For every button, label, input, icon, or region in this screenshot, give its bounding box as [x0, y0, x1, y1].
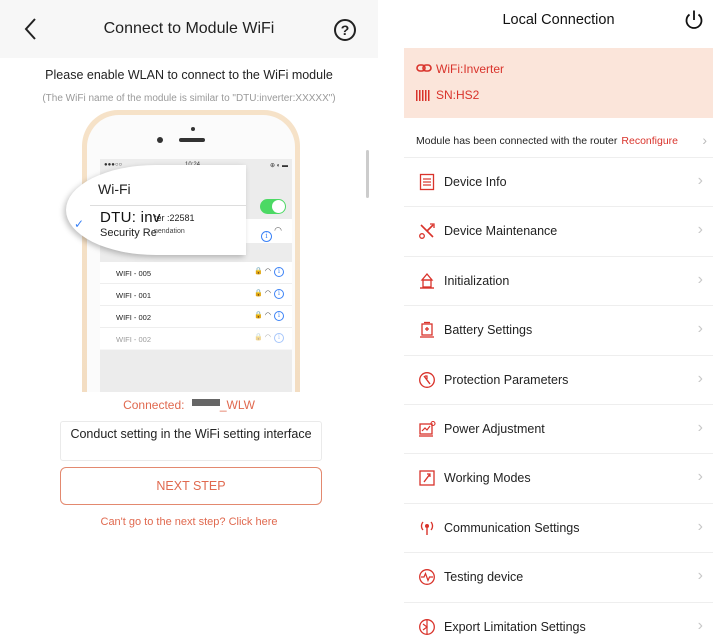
dtu-network-suffix: ter :22581 [154, 213, 195, 223]
list-item: WIFI - 002 🔒 ◠ i [100, 306, 292, 328]
export-limitation-icon [418, 618, 436, 636]
help-link[interactable]: Can't go to the next step? Click here [0, 516, 378, 528]
testing-icon [418, 568, 436, 586]
chevron-right-icon: › [702, 132, 707, 148]
page-title: Local Connection [502, 12, 615, 28]
list-item: WIFI - 002 🔒 ◠ i [100, 328, 292, 350]
security-suffix: nendation [154, 228, 185, 235]
local-connection-screen: Local Connection WiFi:Inverter SN:HS2 Mo… [404, 0, 713, 644]
setting-hint-box: Conduct setting in the WiFi setting inte… [60, 421, 322, 461]
communication-icon [418, 519, 436, 537]
tools-icon [418, 222, 436, 240]
menu-item-power-adjustment[interactable]: Power Adjustment › [404, 405, 713, 455]
connect-wifi-screen: Connect to Module WiFi ? Please enable W… [0, 0, 378, 644]
page-title: Connect to Module WiFi [103, 20, 275, 37]
network-list: WIFI - 005 🔒 ◠ i WIFI - 001 🔒 ◠ i WIFI - 0… [100, 262, 292, 350]
divider [90, 205, 246, 206]
lock-wifi-icon: 🔒 ◠ i [254, 267, 284, 277]
connected-status: Connected: _WLW [123, 398, 255, 412]
redacted-block [191, 399, 220, 407]
menu-item-working-modes[interactable]: Working Modes › [404, 454, 713, 504]
info-icon: i [261, 225, 272, 243]
next-step-button[interactable]: NEXT STEP [60, 467, 322, 505]
magnifier-callout: Wi-Fi ✓ DTU: inv ter :22581 Security Re … [66, 165, 246, 255]
power-icon[interactable] [684, 9, 704, 31]
document-list-icon [418, 173, 436, 191]
lock-wifi-icon: 🔒 ◠ i [254, 311, 284, 321]
help-icon[interactable]: ? [334, 19, 356, 41]
chevron-right-icon: › [697, 320, 703, 338]
chevron-right-icon: › [697, 221, 703, 239]
chevron-right-icon: › [697, 369, 703, 387]
checkmark-icon: ✓ [74, 217, 85, 231]
menu-item-device-info[interactable]: Device Info › [404, 158, 713, 208]
menu-item-protection-parameters[interactable]: Protection Parameters › [404, 356, 713, 405]
wifi-toggle [260, 199, 286, 214]
wifi-info: WiFi:Inverter [416, 62, 504, 76]
wifi-signal-icon: ◠ [274, 225, 282, 235]
router-status-row[interactable]: Module has been connected with the route… [404, 124, 713, 158]
link-icon [416, 63, 436, 76]
menu-item-testing-device[interactable]: Testing device › [404, 553, 713, 603]
wifi-name-hint: (The WiFi name of the module is similar … [42, 93, 336, 104]
speaker-grille [179, 138, 205, 142]
menu-item-device-maintenance[interactable]: Device Maintenance › [404, 207, 713, 257]
camera-dot [191, 127, 195, 131]
serial-number: SN:HS2 [416, 88, 479, 102]
battery-settings-icon [418, 321, 436, 339]
chevron-right-icon: › [697, 172, 703, 189]
menu-item-communication-settings[interactable]: Communication Settings › [404, 504, 713, 554]
camera-icon [157, 137, 163, 143]
connection-banner: WiFi:Inverter SN:HS2 [404, 48, 713, 118]
initialization-icon [418, 272, 436, 290]
lock-wifi-icon: 🔒 ◠ i [254, 333, 284, 343]
menu-item-initialization[interactable]: Initialization › [404, 257, 713, 307]
barcode-icon [416, 90, 430, 102]
magnifier-title: Wi-Fi [98, 181, 131, 197]
working-modes-icon [418, 469, 436, 487]
chevron-right-icon: › [697, 517, 703, 535]
top-bar: Connect to Module WiFi ? [0, 0, 378, 58]
scrollbar[interactable] [366, 150, 369, 198]
reconfigure-link[interactable]: Reconfigure [621, 135, 678, 147]
dtu-network-name: DTU: inv [100, 209, 161, 226]
security-label: Security Re [100, 227, 157, 239]
settings-menu: Device Info › Device Maintenance › Initi… [404, 158, 713, 644]
power-adjustment-icon [418, 420, 436, 438]
chevron-right-icon: › [697, 418, 703, 436]
chevron-right-icon: › [697, 616, 703, 634]
list-item: WIFI - 005 🔒 ◠ i [100, 262, 292, 284]
instruction-text: Please enable WLAN to connect to the WiF… [45, 68, 333, 82]
signal-dots: ●●●○○ [104, 162, 123, 168]
chevron-right-icon: › [697, 567, 703, 585]
chevron-right-icon: › [697, 468, 703, 486]
chevron-right-icon: › [697, 270, 703, 288]
list-item: WIFI - 001 🔒 ◠ i [100, 284, 292, 306]
menu-item-battery-settings[interactable]: Battery Settings › [404, 306, 713, 356]
protection-icon [418, 371, 436, 389]
menu-item-export-limitation-settings[interactable]: Export Limitation Settings › [404, 603, 713, 644]
lock-wifi-icon: 🔒 ◠ i [254, 289, 284, 299]
status-icons: ⊕ ◐ ▬ [270, 163, 288, 169]
